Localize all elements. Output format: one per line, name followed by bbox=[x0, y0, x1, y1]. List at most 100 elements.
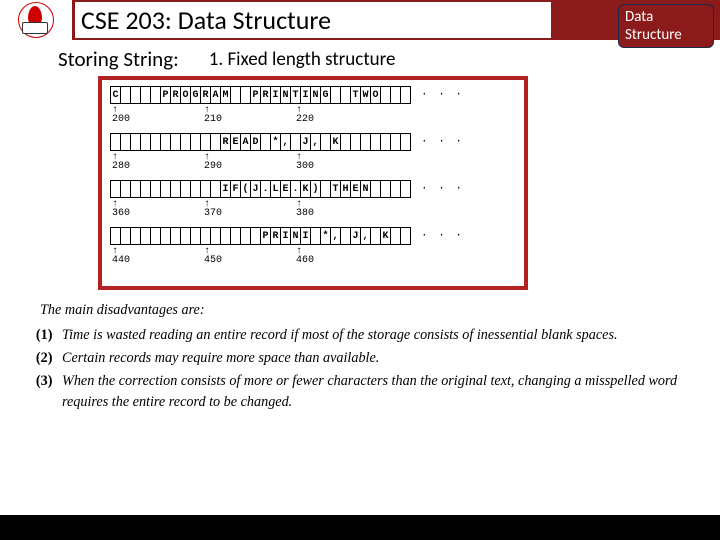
disadvantage-item: Time is wasted reading an entire record … bbox=[56, 325, 710, 346]
memory-cell: I bbox=[280, 228, 290, 244]
memory-cell bbox=[390, 228, 400, 244]
address-row: ↑440↑450↑460 bbox=[110, 249, 516, 266]
memory-cell: T bbox=[330, 181, 340, 197]
memory-cell bbox=[340, 134, 350, 150]
footer-bar bbox=[0, 515, 720, 540]
memory-cell: M bbox=[220, 87, 230, 103]
disadvantages-list: Time is wasted reading an entire record … bbox=[10, 325, 710, 413]
memory-cell: T bbox=[350, 87, 360, 103]
memory-cell bbox=[140, 228, 150, 244]
memory-cell: I bbox=[270, 87, 280, 103]
disadvantage-item: Certain records may require more space t… bbox=[56, 348, 710, 369]
memory-cell: , bbox=[310, 134, 320, 150]
memory-cell bbox=[140, 181, 150, 197]
memory-cell: K bbox=[300, 181, 310, 197]
address-row: ↑200↑210↑220 bbox=[110, 108, 516, 125]
memory-cell bbox=[370, 181, 380, 197]
memory-cell bbox=[320, 134, 330, 150]
memory-cell: O bbox=[180, 87, 190, 103]
memory-cell bbox=[190, 134, 200, 150]
method-name: 1. Fixed length structure bbox=[209, 48, 396, 71]
badge-line1: Data bbox=[625, 8, 707, 26]
memory-cell bbox=[150, 87, 160, 103]
memory-cell bbox=[400, 228, 411, 244]
logo-block bbox=[0, 0, 72, 40]
ellipsis: · · · bbox=[421, 89, 464, 101]
memory-cell bbox=[380, 87, 390, 103]
disadvantages-intro: The main disadvantages are: bbox=[40, 300, 710, 321]
memory-cell bbox=[250, 228, 260, 244]
section-label: Storing String: bbox=[58, 46, 179, 72]
memory-cell: I bbox=[220, 181, 230, 197]
address-label: ↑300 bbox=[294, 155, 323, 172]
memory-cell bbox=[380, 134, 390, 150]
memory-cell: , bbox=[330, 228, 340, 244]
memory-cell bbox=[260, 134, 270, 150]
memory-cell: , bbox=[280, 134, 290, 150]
memory-cell bbox=[190, 228, 200, 244]
memory-cell: A bbox=[240, 134, 250, 150]
memory-cell bbox=[170, 134, 180, 150]
address-label: ↑290 bbox=[202, 155, 231, 172]
cell-strip: IF(J.LE.K)THEN bbox=[110, 180, 411, 198]
memory-cell bbox=[120, 134, 130, 150]
memory-cell: A bbox=[210, 87, 220, 103]
course-title: CSE 203: Data Structure bbox=[75, 2, 551, 38]
memory-cell: I bbox=[300, 228, 310, 244]
badge-line2: Structure bbox=[625, 26, 707, 44]
memory-cell: R bbox=[200, 87, 210, 103]
address-label: ↑380 bbox=[294, 202, 323, 219]
memory-cell bbox=[130, 134, 140, 150]
memory-cell bbox=[350, 134, 360, 150]
memory-row: IF(J.LE.K)THEN· · · bbox=[110, 180, 516, 198]
memory-cell bbox=[180, 228, 190, 244]
memory-cell: * bbox=[270, 134, 280, 150]
memory-cell bbox=[110, 228, 120, 244]
university-logo-icon bbox=[18, 2, 54, 38]
memory-cell: P bbox=[250, 87, 260, 103]
memory-cell bbox=[390, 87, 400, 103]
address-row: ↑360 ↑370 ↑380 bbox=[110, 202, 516, 219]
address-label: ↑370 bbox=[202, 202, 231, 219]
memory-cell bbox=[150, 181, 160, 197]
memory-cell: J bbox=[350, 228, 360, 244]
memory-cell bbox=[110, 181, 120, 197]
memory-cell bbox=[130, 228, 140, 244]
memory-cell bbox=[120, 87, 130, 103]
memory-cell bbox=[120, 228, 130, 244]
memory-cell bbox=[140, 134, 150, 150]
memory-cell bbox=[320, 181, 330, 197]
ellipsis: · · · bbox=[421, 230, 464, 242]
memory-cell bbox=[160, 134, 170, 150]
memory-cell: H bbox=[340, 181, 350, 197]
memory-cell bbox=[310, 228, 320, 244]
memory-cell bbox=[340, 87, 350, 103]
memory-cell: E bbox=[230, 134, 240, 150]
memory-cell: R bbox=[270, 228, 280, 244]
memory-cell: ( bbox=[240, 181, 250, 197]
memory-cell bbox=[200, 134, 210, 150]
memory-cell: R bbox=[260, 87, 270, 103]
cell-strip: CPROGRAMPRINTINGTWO bbox=[110, 86, 411, 104]
memory-cell: L bbox=[270, 181, 280, 197]
memory-cell: * bbox=[320, 228, 330, 244]
memory-cell bbox=[160, 228, 170, 244]
memory-cell bbox=[200, 228, 210, 244]
memory-cell: E bbox=[350, 181, 360, 197]
memory-cell bbox=[230, 228, 240, 244]
cell-strip: READ*,J,K bbox=[110, 133, 411, 151]
address-label: ↑210 bbox=[202, 108, 231, 125]
memory-row: CPROGRAMPRINTINGTWO· · · bbox=[110, 86, 516, 104]
subtitle-row: Storing String: 1. Fixed length structur… bbox=[58, 44, 578, 74]
memory-cell: T bbox=[290, 87, 300, 103]
memory-cell: N bbox=[290, 228, 300, 244]
memory-cell bbox=[110, 134, 120, 150]
memory-cell bbox=[210, 181, 220, 197]
memory-cell: G bbox=[320, 87, 330, 103]
memory-cell bbox=[390, 181, 400, 197]
memory-cell bbox=[400, 181, 411, 197]
address-label: ↑360 bbox=[110, 202, 139, 219]
ellipsis: · · · bbox=[421, 136, 464, 148]
memory-cell bbox=[140, 87, 150, 103]
address-row: ↑280↑290↑300 bbox=[110, 155, 516, 172]
